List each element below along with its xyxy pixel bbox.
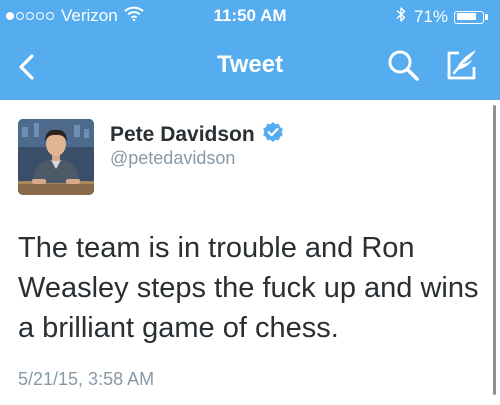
- battery-tip: [485, 14, 488, 20]
- profile-photo: [18, 119, 94, 195]
- author-name[interactable]: Pete Davidson: [110, 123, 255, 147]
- search-button[interactable]: [386, 48, 420, 82]
- battery-level: [456, 13, 476, 20]
- verified-badge-icon: [262, 121, 284, 149]
- author-handle[interactable]: @petedavidson: [110, 148, 235, 169]
- app-header: Verizon 11:50 AM 71% Tweet: [0, 0, 500, 100]
- bluetooth-icon: [396, 6, 406, 28]
- page-title: Tweet: [216, 51, 284, 78]
- battery-percent: 71%: [413, 7, 448, 26]
- tweet-timestamp: 5/21/15, 3:58 AM: [18, 369, 155, 389]
- avatar[interactable]: [18, 119, 94, 195]
- tweet-text: The team is in trouble and Ron Weasley s…: [18, 232, 479, 344]
- scrollbar[interactable]: [493, 105, 496, 395]
- compose-icon: [447, 50, 476, 80]
- status-right: 71%: [396, 6, 488, 28]
- search-icon: [388, 50, 419, 81]
- author-name-row[interactable]: Pete Davidson: [110, 121, 284, 149]
- battery-icon: [454, 10, 484, 24]
- status-bar: Verizon 11:50 AM 71%: [0, 0, 500, 32]
- navigation-bar: Tweet: [0, 40, 500, 92]
- compose-button[interactable]: [442, 46, 482, 84]
